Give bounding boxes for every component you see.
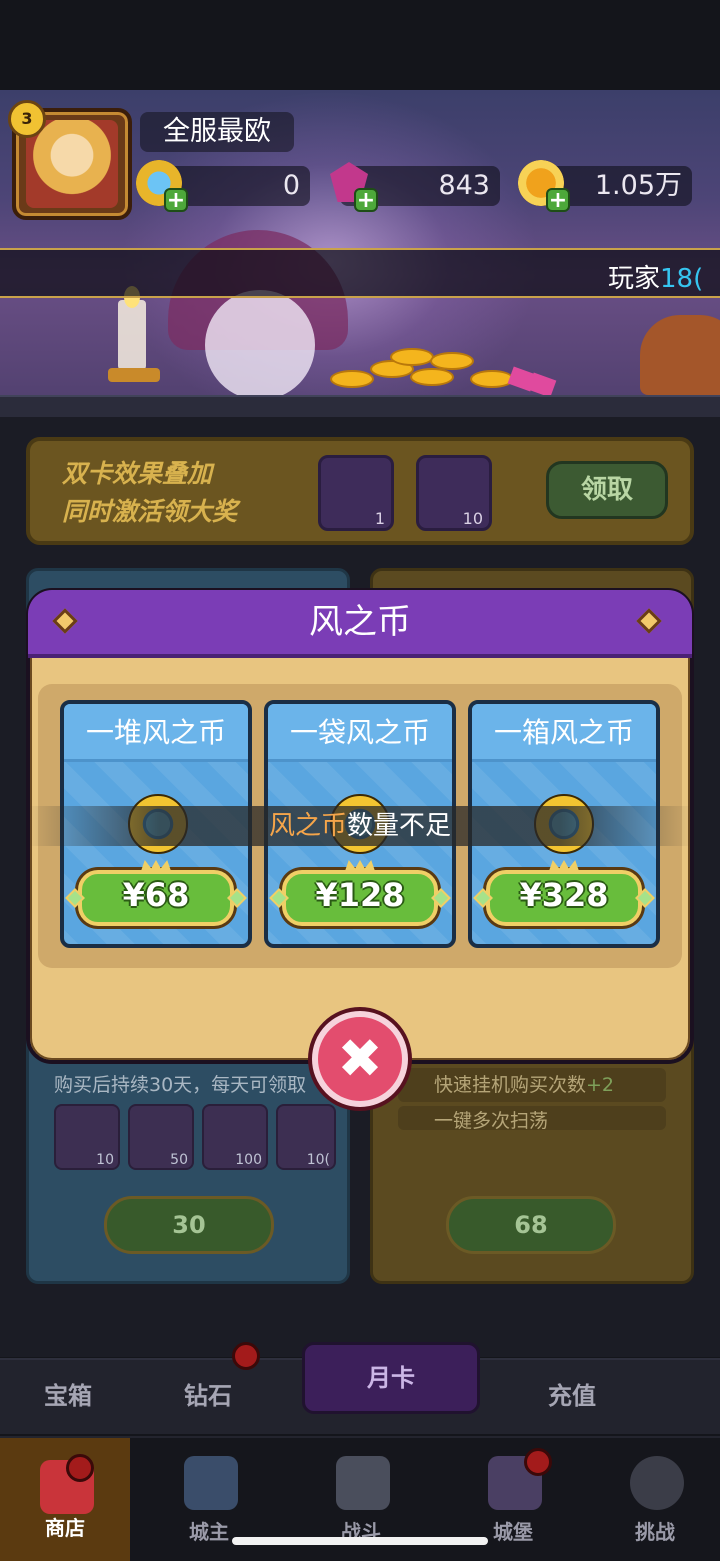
close-icon: ✖ [337,1027,383,1090]
toast-message: 数量不足 [347,811,452,841]
perk-quick-idle: 快速挂机购买次数+2 [398,1068,666,1102]
product-price: ¥68 [122,876,190,914]
product-name: 一堆风之币 [64,704,248,762]
broadcast-marquee: 玩家18( [0,248,720,298]
reward-count: 10( [306,1152,330,1168]
home-indicator[interactable] [232,1537,488,1545]
double-card-line2: 同时激活领大奖 [62,497,238,526]
witch-face-art [205,290,315,400]
reward-count: 10 [96,1152,114,1168]
product-price: ¥128 [315,876,405,914]
card-reward-gold: 10( [276,1104,336,1170]
wind-coin-icon[interactable]: + [136,160,188,212]
perk-sweep: 一键多次扫荡 [398,1106,666,1130]
tab-diamond[interactable]: 钻石 [184,1376,232,1411]
close-modal-button[interactable]: ✖ [312,1011,408,1107]
pink-gem-icon [527,372,557,398]
card-reward-puzzle: 50 [128,1104,194,1170]
gold-icon[interactable]: + [518,160,570,212]
card-reward-ticket: 10 [54,1104,120,1170]
buy-large-card-button[interactable]: 68 [446,1196,616,1254]
avatar-portrait [26,120,118,208]
nav-shop[interactable]: 商店 [0,1438,130,1561]
player-level-badge: 3 [8,100,46,138]
notification-dot [232,1342,260,1370]
nav-label: 商店 [45,1516,85,1540]
gold-coin-icon [330,370,374,388]
crown-deco-icon [548,860,580,874]
gold-coin-icon [430,352,474,370]
product-name: 一袋风之币 [268,704,452,762]
tab-chest[interactable]: 宝箱 [44,1376,92,1411]
gold-coin-icon [390,348,434,366]
reward-slot-scroll[interactable]: 1 [318,455,394,531]
claim-button[interactable]: 领取 [546,461,668,519]
product-price-button[interactable]: ¥68 [65,860,247,930]
gold-coin-icon [410,368,454,386]
marquee-text: 玩家18( [608,258,703,295]
monthly-card-note: 购买后持续30天，每天可领取 [54,1074,307,1096]
insufficient-toast: 风之币数量不足 [26,806,694,846]
buy-small-card-button[interactable]: 30 [104,1196,274,1254]
banner-ledge [0,395,720,417]
product-price-button[interactable]: ¥128 [269,860,451,930]
product-price-button[interactable]: ¥328 [473,860,655,930]
add-wind-coin-icon[interactable]: + [164,188,188,212]
double-card-text: 双卡效果叠加 同时激活领大奖 [62,455,237,531]
reward-count: 100 [235,1152,262,1168]
nav-label: 挑战 [635,1520,675,1544]
notification-dot [524,1448,552,1476]
gold-coin-icon [470,370,514,388]
crown-icon [184,1456,238,1510]
swords-icon [336,1456,390,1510]
card-reward-gem: 100 [202,1104,268,1170]
gem-icon[interactable]: + [326,160,378,212]
candle-art [118,300,146,370]
tab-monthly-card[interactable]: 月卡 [302,1342,480,1414]
toast-currency: 风之币 [268,811,347,841]
add-gold-icon[interactable]: + [546,188,570,212]
product-price: ¥328 [519,876,609,914]
marquee-player-id: 18( [660,264,704,294]
lock-icon [630,1456,684,1510]
marquee-prefix: 玩家 [608,264,661,294]
player-name: 全服最欧 [140,112,294,152]
crown-deco-icon [140,860,172,874]
reward-slot-key[interactable]: 10 [416,455,492,531]
modal-title: 风之币 [309,602,411,642]
candle-base-art [108,368,160,382]
perk-text: 快速挂机购买次数 [434,1074,587,1096]
product-name: 一箱风之币 [472,704,656,762]
crown-deco-icon [344,860,376,874]
reward-count: 50 [170,1152,188,1168]
notification-dot [66,1454,94,1482]
tab-recharge[interactable]: 充值 [548,1376,596,1411]
reward-count: 10 [462,509,483,528]
reward-count: 1 [374,509,385,528]
perk-bonus: +2 [586,1074,615,1096]
gold-pile-art [320,340,557,400]
double-card-line1: 双卡效果叠加 [62,459,213,488]
game-screen: 3 全服最欧 0 + 843 + 1.05万 + 玩家18( 双卡效果叠加 同时… [0,0,720,1561]
treasure-chest-art [640,315,720,395]
nav-challenge[interactable]: 挑战 [590,1446,720,1556]
add-gem-icon[interactable]: + [354,188,378,212]
